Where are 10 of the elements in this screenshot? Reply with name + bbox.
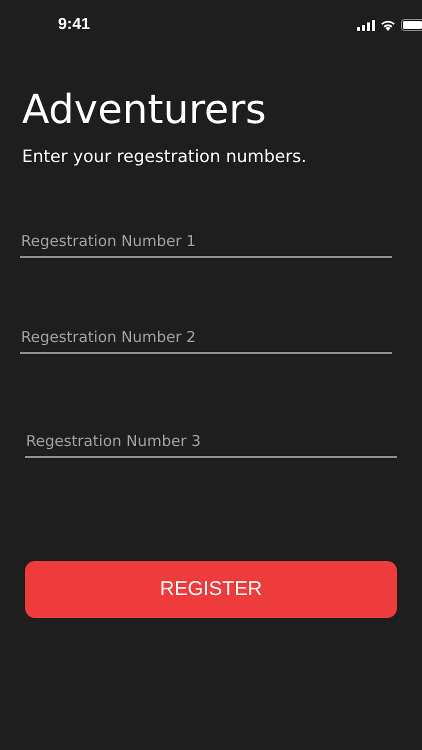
signal-icon [357,20,375,30]
page-title: Adventurers [22,86,268,134]
wifi-icon [380,19,396,31]
register-button[interactable]: REGISTER [25,561,397,618]
battery-icon [401,19,422,31]
input-field[interactable]: Regestration Number 1 [20,226,392,258]
input-field[interactable]: Regestration Number 2 [20,322,392,354]
input-field[interactable]: Regestration Number 3 [25,426,397,458]
status-time: 9:41 [58,16,90,34]
subtitle: Enter your regestration numbers. [22,146,308,168]
